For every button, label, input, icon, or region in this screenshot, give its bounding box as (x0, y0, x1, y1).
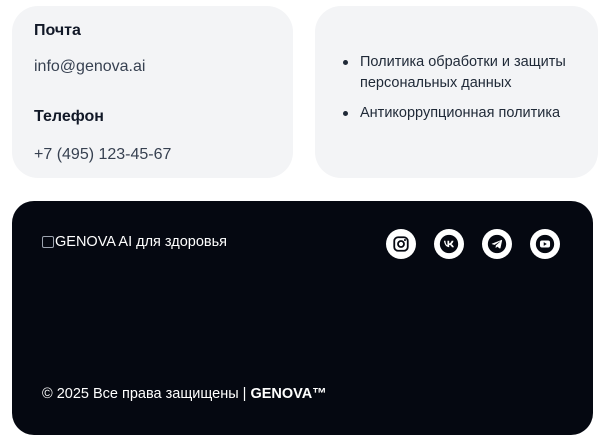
legal-links-list: Политика обработки и защиты персональных… (341, 52, 581, 133)
instagram-icon (393, 236, 409, 252)
broken-image-icon (42, 236, 54, 248)
footer-logo[interactable]: GENOVA AI для здоровья (42, 234, 227, 250)
privacy-policy-link[interactable]: Политика обработки и защиты персональных… (341, 52, 581, 94)
vk-icon (439, 234, 459, 254)
youtube-icon (535, 234, 555, 254)
copyright-prefix: © 2025 Все права защищены | (42, 386, 251, 402)
logo-alt-text: GENOVA AI для здоровья (55, 234, 228, 250)
copyright-brand: GENOVA™ (250, 386, 327, 402)
copyright-text: © 2025 Все права защищены | GENOVA™ (42, 386, 327, 402)
telegram-icon (487, 234, 507, 254)
email-value[interactable]: info@genova.ai (34, 58, 145, 76)
phone-label: Телефон (34, 108, 104, 125)
phone-value[interactable]: +7 (495) 123-45-67 (34, 146, 171, 164)
vk-link[interactable] (434, 229, 464, 259)
telegram-link[interactable] (482, 229, 512, 259)
email-label: Почта (34, 22, 81, 39)
legal-links-card: Политика обработки и защиты персональных… (315, 6, 598, 178)
anticorruption-policy-link[interactable]: Антикоррупционная политика (341, 103, 581, 124)
contacts-card: Почта info@genova.ai Телефон +7 (495) 12… (12, 6, 293, 178)
site-footer: GENOVA AI для здоровья © 2025 Все права … (12, 201, 593, 435)
social-links (386, 229, 560, 259)
youtube-link[interactable] (530, 229, 560, 259)
instagram-link[interactable] (386, 229, 416, 259)
